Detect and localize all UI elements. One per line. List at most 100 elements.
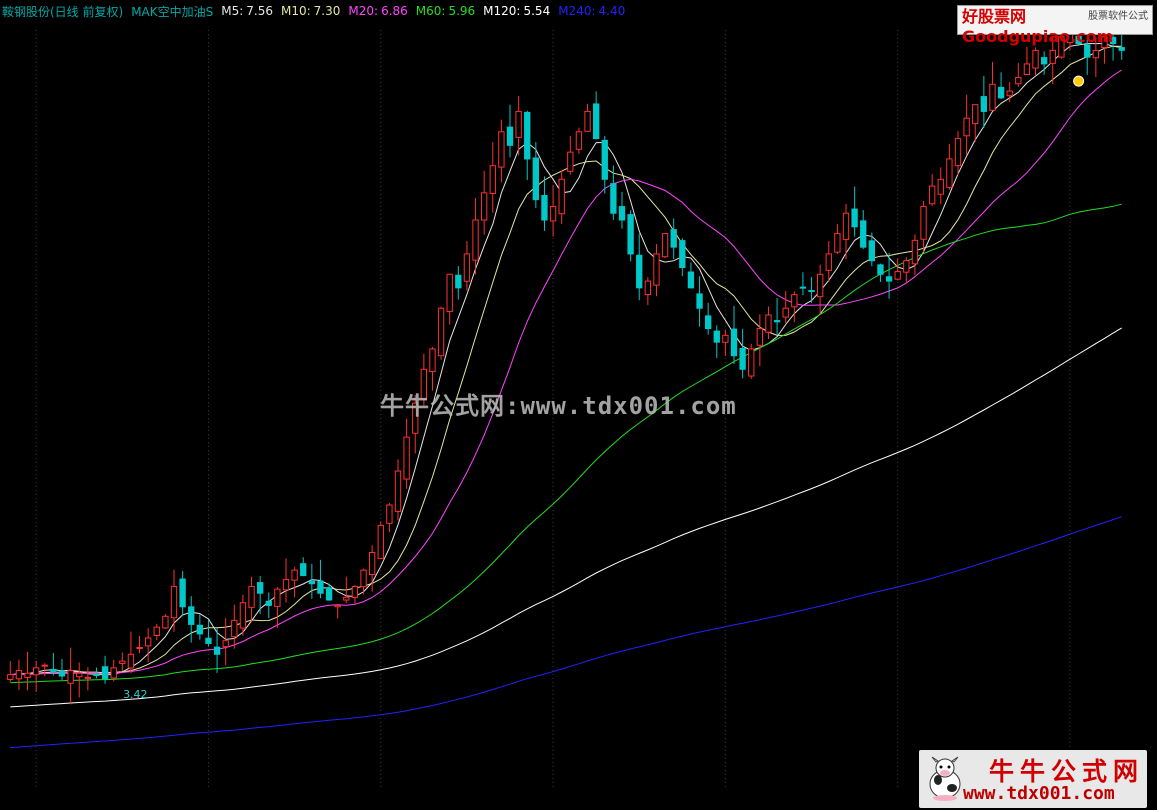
candle-body [343,596,350,601]
candle-body [153,626,160,637]
candle [791,291,798,323]
candle [704,302,712,335]
ma-label-key: M120: [483,4,521,18]
candle-body [256,582,264,594]
ma-label-key: M10: [281,4,311,18]
candle [136,636,143,654]
candle-body [644,280,652,296]
candle-body [722,334,729,343]
cow-icon [929,756,961,801]
candle-body [110,667,117,679]
candle [928,174,936,206]
candle-body [205,637,212,644]
ma-label-value: 4.40 [598,4,626,18]
candle [196,614,204,640]
candle-body [188,606,195,625]
candle [592,91,600,140]
candle-body [592,103,600,140]
candle-body [627,214,634,255]
candle-body [506,126,514,146]
candle-body [32,667,40,676]
candle [799,272,807,296]
candle-body [7,674,14,680]
candle-body [877,264,884,275]
candle [851,186,858,237]
candle-body [532,157,540,201]
ma-label-value: 7.56 [246,4,273,18]
ma-label-1: M10: 7.30 [281,4,340,18]
candle-body [730,328,738,357]
candle [575,127,583,154]
candle-body [394,470,402,512]
candle [825,241,832,282]
candle-body [489,165,496,195]
candle-body [894,271,901,280]
candle-body [377,524,384,559]
candle [860,210,867,250]
candle [455,266,462,300]
candle [248,576,255,623]
candle [205,620,212,647]
candle [696,276,703,327]
candle-body [567,151,574,172]
candle [989,61,996,111]
candle-body [704,315,712,330]
candle [489,142,496,213]
candle-body [170,585,178,619]
candle [532,142,540,209]
candle-body [162,615,169,629]
candle-body [679,240,686,268]
candle-body [463,253,471,282]
candle-body [1040,57,1048,65]
candle-body [989,83,996,111]
candle [722,329,729,356]
candles [7,26,1125,705]
candle-body [248,585,255,608]
candle [713,325,720,359]
candle-body [808,290,815,293]
candle-body [765,314,772,333]
niuniu-logo: 牛牛公式网 www.tdx001.com [919,750,1147,808]
candle-body [429,348,436,373]
candle-body [58,670,66,677]
candle [110,659,117,682]
ma-label-2: M20: 6.86 [348,4,407,18]
candle-body [911,239,919,265]
candle-body [24,672,31,678]
candle [188,596,195,643]
candle-body [860,220,867,248]
candle-body [480,192,488,221]
candle-body [1049,49,1056,64]
candle [153,623,160,641]
candle [679,238,686,277]
candle-body [93,674,100,677]
candle-body [575,131,583,150]
candle [997,72,1005,100]
candle-body [937,178,944,195]
candle [334,604,341,619]
ma-label-key: M240: [558,4,596,18]
candle [937,167,944,205]
candle-body [41,664,48,667]
candle [739,328,746,379]
candle [748,343,755,379]
candle [584,103,591,132]
candle-body [403,436,410,480]
candle [541,176,548,231]
candle-body [179,578,186,608]
candle [653,244,660,297]
chart-window: 3.42 鞍钢股份(日线 前复权) MAK空中加油S M5: 7.56 M10: 7.… [0,0,1157,810]
candle-body [756,328,764,346]
candle [446,273,453,325]
candle [50,653,57,676]
candle [894,258,901,281]
candle [1015,62,1022,87]
candle-body [653,253,660,286]
candle [300,557,307,577]
candle-body [360,569,367,588]
candle-body [231,619,238,638]
candle-body [851,208,858,228]
candle [963,94,970,155]
candle-body [791,294,798,308]
candle [730,305,738,365]
